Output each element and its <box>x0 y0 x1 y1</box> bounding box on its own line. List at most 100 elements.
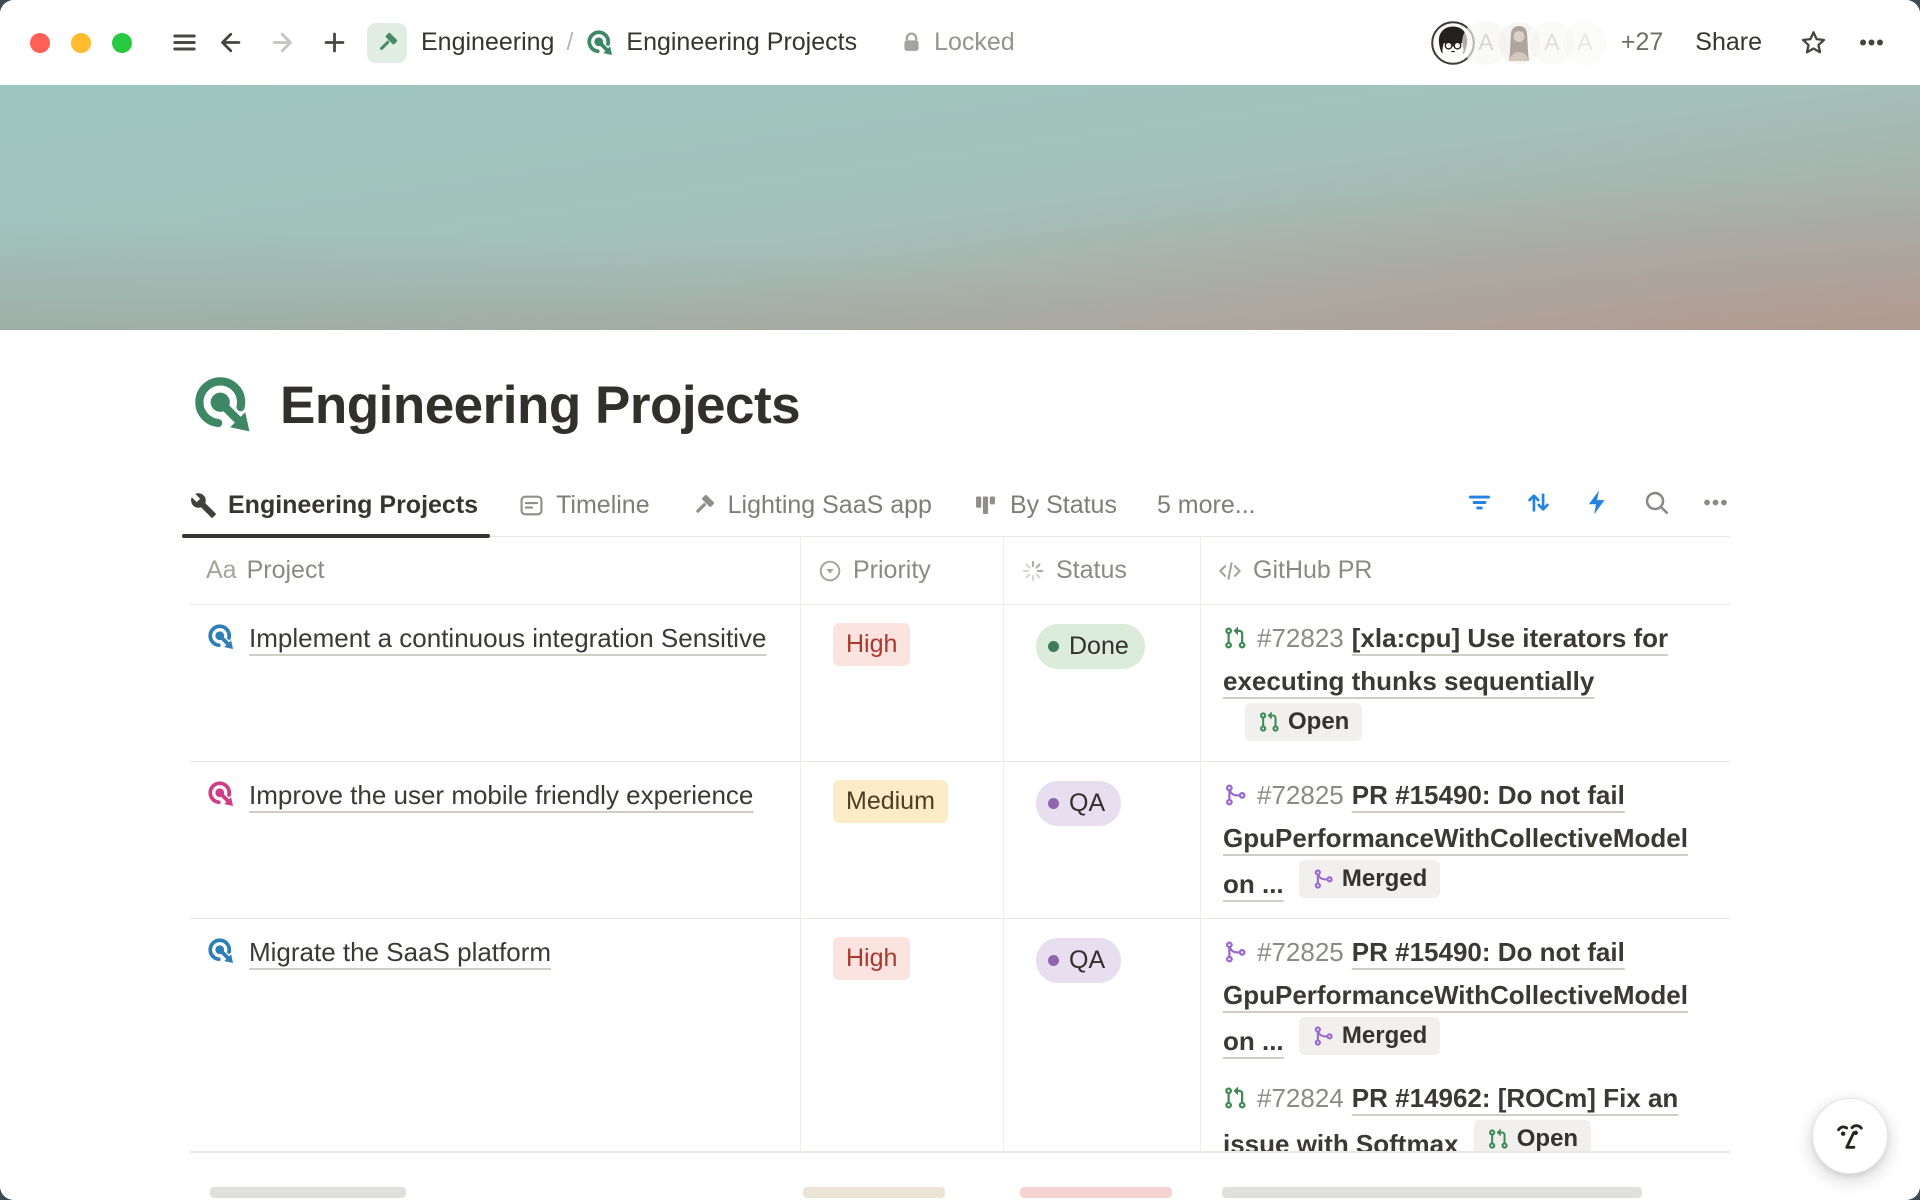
column-label: Project <box>247 556 325 585</box>
priority-cell[interactable]: High <box>800 605 1003 761</box>
project-icon <box>206 622 236 652</box>
close-button[interactable] <box>30 33 50 53</box>
column-header-status[interactable]: Status <box>1003 537 1200 604</box>
pr-merged-icon <box>1223 940 1247 964</box>
pr-number: #72824 <box>1257 1083 1344 1113</box>
project-cell[interactable]: Implement a continuous integration Sensi… <box>190 605 800 761</box>
status-cell[interactable]: Done <box>1003 605 1200 761</box>
row-divider <box>190 1151 1730 1153</box>
lightning-icon[interactable] <box>1583 488 1612 522</box>
clipped-row-fragment <box>803 1187 945 1198</box>
table-row: Implement a continuous integration Sensi… <box>190 605 1730 762</box>
pr-item: #72825PR #15490: Do not fail GpuPerforma… <box>1223 774 1708 906</box>
column-label: Priority <box>853 556 931 585</box>
pr-number: #72825 <box>1257 937 1344 967</box>
column-header-priority[interactable]: Priority <box>800 537 1003 604</box>
tab-lighting-saas-app[interactable]: Lighting SaaS app <box>690 474 932 536</box>
pr-state-label: Merged <box>1342 867 1427 891</box>
share-button[interactable]: Share <box>1695 28 1762 57</box>
pr-item: #72825PR #15490: Do not fail GpuPerforma… <box>1223 931 1708 1063</box>
project-link[interactable]: Improve the user mobile friendly experie… <box>249 780 753 810</box>
hammer-icon <box>690 492 717 519</box>
status-cell[interactable]: QA <box>1003 919 1200 1178</box>
column-header-project[interactable]: Aa Project <box>190 537 800 604</box>
github-pr-cell[interactable]: #72823[xla:cpu] Use iterators for execut… <box>1200 605 1730 761</box>
tab-by-status[interactable]: By Status <box>972 474 1117 536</box>
titlebar: Engineering / Engineering Projects Locke… <box>0 0 1920 85</box>
priority-badge[interactable]: Medium <box>833 780 948 823</box>
pr-state-badge[interactable]: Open <box>1245 703 1362 741</box>
page-title[interactable]: Engineering Projects <box>280 375 800 436</box>
status-badge[interactable]: Done <box>1036 624 1145 669</box>
status-cell[interactable]: QA <box>1003 762 1200 918</box>
presence-avatars: AAA <box>1431 21 1607 65</box>
breadcrumb-team[interactable]: Engineering <box>421 28 554 57</box>
project-cell[interactable]: Improve the user mobile friendly experie… <box>190 762 800 918</box>
sidebar-menu-icon[interactable] <box>165 24 203 62</box>
hammer-icon[interactable] <box>367 23 407 63</box>
window-controls <box>30 33 153 53</box>
breadcrumb-page[interactable]: Engineering Projects <box>626 28 857 57</box>
tab-label: Engineering Projects <box>228 491 478 520</box>
table-body: Implement a continuous integration Sensi… <box>190 605 1730 1179</box>
pr-open-icon <box>1487 1128 1509 1150</box>
lock-icon <box>899 30 924 55</box>
project-icon <box>206 779 236 809</box>
github-pr-cell[interactable]: #72825PR #15490: Do not fail GpuPerforma… <box>1200 919 1730 1178</box>
tab-5-more-[interactable]: 5 more... <box>1157 474 1256 536</box>
project-link[interactable]: Implement a continuous integration Sensi… <box>249 623 766 653</box>
pr-item: #72823[xla:cpu] Use iterators for execut… <box>1223 617 1708 749</box>
pr-open-icon <box>1223 626 1247 650</box>
forward-icon[interactable] <box>263 24 301 62</box>
favorite-star-icon[interactable] <box>1794 24 1832 62</box>
locked-toggle[interactable]: Locked <box>899 28 1015 57</box>
status-badge[interactable]: QA <box>1036 938 1121 983</box>
table-row: Improve the user mobile friendly experie… <box>190 762 1730 919</box>
clipped-row-fragment <box>1222 1187 1642 1198</box>
column-label: GitHub PR <box>1253 556 1372 585</box>
view-toolbar <box>1465 488 1730 522</box>
pr-open-icon <box>1223 1086 1247 1110</box>
sort-icon[interactable] <box>1524 488 1553 522</box>
back-icon[interactable] <box>211 24 249 62</box>
zoom-button[interactable] <box>112 33 132 53</box>
view-tabs: Engineering Projects Timeline Lighting Saa… <box>190 474 1730 537</box>
pr-number: #72825 <box>1257 780 1344 810</box>
project-icon <box>206 936 236 966</box>
tab-engineering-projects[interactable]: Engineering Projects <box>190 474 478 536</box>
filter-glyph <box>1465 488 1494 517</box>
pr-merged-icon <box>1312 1025 1334 1047</box>
page-cover <box>0 85 1920 330</box>
board-icon <box>972 492 999 519</box>
new-page-icon[interactable] <box>315 24 353 62</box>
ai-assistant-button[interactable] <box>1812 1098 1888 1174</box>
filter-icon[interactable] <box>1465 488 1494 522</box>
tab-timeline[interactable]: Timeline <box>518 474 650 536</box>
page-icon-iteration[interactable] <box>190 372 256 438</box>
pr-merged-icon <box>1312 868 1334 890</box>
status-label: QA <box>1069 948 1105 973</box>
status-badge[interactable]: QA <box>1036 781 1121 826</box>
more-icon[interactable] <box>1701 488 1730 522</box>
pr-state-badge[interactable]: Merged <box>1299 860 1440 898</box>
github-pr-cell[interactable]: #72825PR #15490: Do not fail GpuPerforma… <box>1200 762 1730 918</box>
wrench-icon <box>190 492 217 519</box>
column-header-github-pr[interactable]: GitHub PR <box>1200 537 1730 604</box>
avatar-letter[interactable]: A <box>1563 21 1607 65</box>
more-options-icon[interactable] <box>1852 24 1890 62</box>
priority-cell[interactable]: Medium <box>800 762 1003 918</box>
lightning-glyph <box>1583 488 1612 517</box>
project-link[interactable]: Migrate the SaaS platform <box>249 937 551 967</box>
text-property-icon: Aa <box>206 556 237 585</box>
pr-state-badge[interactable]: Merged <box>1299 1017 1440 1055</box>
priority-cell[interactable]: High <box>800 919 1003 1178</box>
status-label: QA <box>1069 791 1105 816</box>
presence-overflow[interactable]: +27 <box>1621 28 1663 57</box>
search-icon[interactable] <box>1642 488 1671 522</box>
clipped-row-fragment <box>1020 1187 1172 1198</box>
select-icon <box>817 558 843 584</box>
minimize-button[interactable] <box>71 33 91 53</box>
project-cell[interactable]: Migrate the SaaS platform <box>190 919 800 1178</box>
priority-badge[interactable]: High <box>833 623 910 666</box>
priority-badge[interactable]: High <box>833 937 910 980</box>
